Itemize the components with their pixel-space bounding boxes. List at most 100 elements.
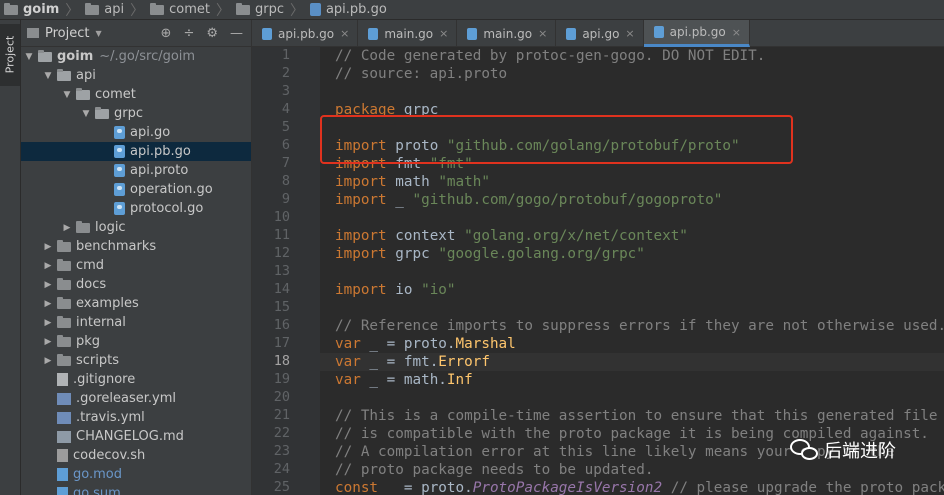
editor-tab-label: api.go	[582, 26, 620, 41]
code-line: // Reference imports to suppress errors …	[335, 317, 944, 335]
breadcrumb-label: goim	[23, 2, 60, 17]
code-token: grpc	[386, 246, 439, 262]
chevron-down-icon[interactable]: ▼	[24, 52, 34, 62]
chevron-down-icon[interactable]: ▼	[62, 90, 72, 100]
chevron-right-icon[interactable]: ▶	[62, 223, 72, 233]
tree-item[interactable]: go.mod	[21, 465, 251, 484]
code-line: var _ = fmt.Errorf	[320, 353, 944, 371]
editor-tab-label: api.pb.go	[278, 26, 335, 41]
close-tab-icon[interactable]: ×	[538, 27, 547, 40]
tree-item[interactable]: api.pb.go	[21, 142, 251, 161]
breadcrumb-item[interactable]: comet	[150, 2, 210, 17]
go-file-icon	[262, 27, 272, 40]
folder-icon	[57, 68, 71, 81]
tree-item[interactable]: ▶ logic	[21, 218, 251, 237]
breadcrumb-label: api	[104, 2, 125, 17]
tree-item[interactable]: ▶ examples	[21, 294, 251, 313]
tree-item[interactable]: .goreleaser.yml	[21, 389, 251, 408]
chevron-right-icon[interactable]: ▶	[43, 261, 53, 271]
chevron-right-icon[interactable]: ▶	[43, 299, 53, 309]
breadcrumb-item[interactable]: api	[85, 2, 124, 17]
breadcrumb: goim 〉 api 〉 comet 〉 grpc 〉 api.pb.go	[0, 0, 944, 20]
code-token: import	[335, 246, 387, 262]
tree-item[interactable]: .travis.yml	[21, 408, 251, 427]
tree-item[interactable]: api.proto	[21, 161, 251, 180]
tree-item[interactable]: operation.go	[21, 180, 251, 199]
line-number: 3	[281, 83, 290, 99]
breadcrumb-item[interactable]: api.pb.go	[309, 2, 387, 17]
tree-item[interactable]: ▶ docs	[21, 275, 251, 294]
code-token: // This is a compile-time assertion to e…	[335, 408, 938, 424]
code-line: import io "io"	[335, 281, 456, 299]
tree-item-label: operation.go	[130, 182, 213, 197]
tree-item[interactable]: codecov.sh	[21, 446, 251, 465]
editor-tab[interactable]: api.pb.go ×	[252, 20, 359, 47]
project-tool-tab[interactable]: Project	[0, 24, 20, 86]
editor-tabs: api.pb.go × main.go × main.go × api.go × api.pb.…	[252, 20, 944, 47]
chevron-down-icon[interactable]: ▼	[43, 71, 53, 81]
tree-item[interactable]: ▼ goim ~/.go/src/goim	[21, 47, 251, 66]
chevron-down-icon[interactable]: ▼	[95, 29, 101, 38]
tree-item[interactable]: ▶ scripts	[21, 351, 251, 370]
breadcrumb-label: grpc	[254, 2, 284, 17]
folder-icon	[95, 106, 109, 119]
folder-icon	[4, 2, 18, 15]
code-token: import	[335, 228, 387, 244]
tree-item[interactable]: api.go	[21, 123, 251, 142]
tree-item[interactable]: ▶ pkg	[21, 332, 251, 351]
code-token: const	[335, 480, 379, 495]
tree-item-label: go.sum	[73, 486, 121, 495]
gear-icon[interactable]: ⚙	[206, 26, 218, 41]
close-tab-icon[interactable]: ×	[732, 26, 741, 39]
line-number: 7	[281, 155, 290, 171]
tree-item[interactable]: protocol.go	[21, 199, 251, 218]
project-view-selector[interactable]: Project	[45, 26, 89, 41]
go-file-icon	[467, 27, 478, 40]
editor-tab-label: api.pb.go	[669, 25, 726, 39]
editor-tab[interactable]: main.go ×	[457, 20, 557, 47]
code-token: _ = proto.	[378, 480, 473, 495]
tree-item[interactable]: .gitignore	[21, 370, 251, 389]
line-number: 23	[273, 443, 290, 459]
hide-panel-icon[interactable]: —	[230, 26, 243, 41]
editor-tab[interactable]: main.go ×	[358, 20, 458, 47]
line-number-gutter: 1 2 3 4 5 6 7 8 9 10 11 12 13 14 15 16 17 18 19 20 21 22 23 24 2…	[252, 47, 333, 495]
editor-tab[interactable]: api.go ×	[556, 20, 644, 47]
chevron-right-icon[interactable]: ▶	[43, 356, 53, 366]
editor-tab-label: main.go	[384, 26, 434, 41]
locate-file-icon[interactable]: ⊕	[161, 26, 172, 41]
shell-file-icon	[57, 449, 68, 462]
editor-tab[interactable]: api.pb.go ×	[643, 20, 750, 47]
tree-item-label: comet	[95, 87, 136, 102]
tree-item[interactable]: CHANGELOG.md	[21, 427, 251, 446]
tree-item[interactable]: ▼ api	[21, 66, 251, 85]
tree-item[interactable]: ▶ cmd	[21, 256, 251, 275]
tree-item[interactable]: ▶ internal	[21, 313, 251, 332]
code-token: math	[386, 174, 439, 190]
folder-icon	[76, 87, 90, 100]
chevron-right-icon[interactable]: ▶	[43, 242, 53, 252]
close-tab-icon[interactable]: ×	[340, 27, 349, 40]
tree-item[interactable]: ▼ comet	[21, 85, 251, 104]
breadcrumb-item[interactable]: goim	[4, 2, 59, 17]
breadcrumb-separator-icon: 〉	[289, 2, 304, 19]
close-tab-icon[interactable]: ×	[439, 27, 448, 40]
chevron-right-icon[interactable]: ▶	[43, 318, 53, 328]
tree-item[interactable]: ▶ benchmarks	[21, 237, 251, 256]
folder-icon	[85, 2, 100, 15]
tree-item[interactable]: ▼ grpc	[21, 104, 251, 123]
go-file-icon	[566, 27, 577, 40]
chevron-down-icon[interactable]: ▼	[81, 109, 91, 119]
project-tool-tab-label: Project	[3, 35, 17, 74]
tree-item[interactable]: go.sum	[21, 484, 251, 495]
chevron-right-icon[interactable]: ▶	[43, 280, 53, 290]
chevron-right-icon[interactable]: ▶	[43, 337, 53, 347]
code-line: // Code generated by protoc-gen-gogo. DO…	[335, 47, 765, 65]
code-token: _ = math.	[360, 372, 447, 388]
breadcrumb-item[interactable]: grpc	[235, 2, 284, 17]
line-number: 24	[273, 461, 290, 477]
code-line: import context "golang.org/x/net/context…	[335, 227, 688, 245]
line-number: 20	[273, 389, 290, 405]
collapse-all-icon[interactable]: ÷	[183, 26, 194, 41]
close-tab-icon[interactable]: ×	[625, 27, 634, 40]
